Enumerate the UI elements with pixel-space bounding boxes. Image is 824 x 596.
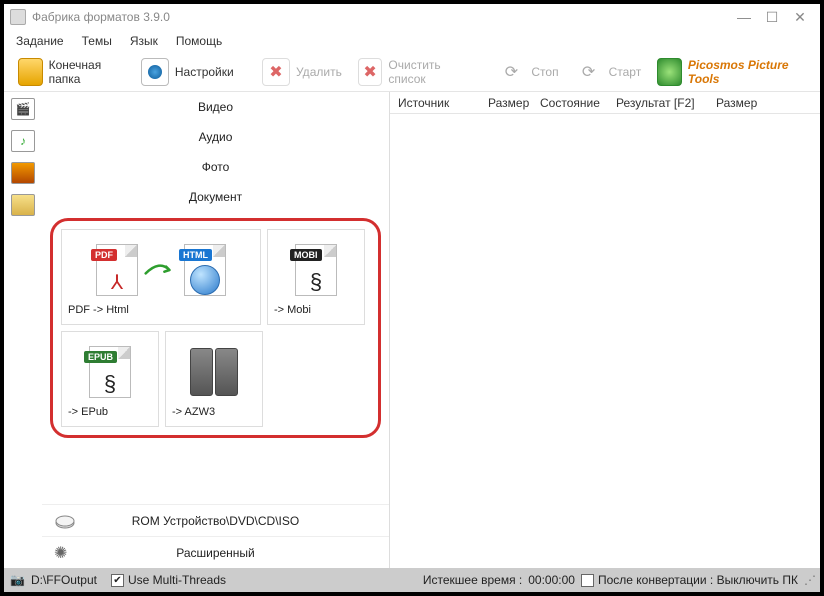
- epub-badge: EPUB: [84, 351, 117, 363]
- category-list: Видео Аудио Фото Документ: [42, 92, 389, 212]
- options-label: Настройки: [175, 65, 234, 79]
- cat-video[interactable]: Видео: [42, 92, 389, 122]
- menu-task[interactable]: Задание: [16, 34, 64, 48]
- left-sidebar: 🎬 ♪: [4, 92, 42, 568]
- folder-icon: [18, 58, 43, 86]
- statusbar: 📷 D:\FFOutput ✔ Use Multi-Threads Истекш…: [4, 568, 820, 592]
- stop-button[interactable]: ⟳ Стоп: [489, 56, 566, 88]
- start-icon: ⟳: [575, 58, 603, 86]
- table-body[interactable]: [390, 114, 820, 568]
- remove-button[interactable]: ✖ Удалить: [254, 56, 350, 88]
- tile-art: MOBI §: [274, 236, 358, 304]
- tile-label: -> EPub: [68, 406, 152, 422]
- tile-pdf-to-html[interactable]: PDF ⅄ HTML: [61, 229, 261, 325]
- globe-icon: [190, 265, 220, 295]
- sidebar-photo-icon[interactable]: [11, 162, 35, 184]
- picosmos-label: Picosmos Picture Tools: [688, 58, 806, 86]
- output-path-icon[interactable]: 📷: [10, 573, 25, 587]
- html-doc-icon: HTML: [184, 244, 226, 296]
- col-source[interactable]: Источник: [390, 96, 480, 110]
- tile-art: PDF ⅄ HTML: [68, 236, 254, 304]
- col-size[interactable]: Размер: [480, 96, 532, 110]
- html-badge: HTML: [179, 249, 212, 261]
- app-window: Фабрика форматов 3.9.0 — ☐ ✕ Задание Тем…: [0, 0, 824, 596]
- tile-mobi[interactable]: MOBI § -> Mobi: [267, 229, 365, 325]
- elapsed-value: 00:00:00: [528, 573, 575, 587]
- tiles-grid: PDF ⅄ HTML: [61, 229, 370, 427]
- table-header: Источник Размер Состояние Результат [F2]…: [390, 92, 820, 114]
- titlebar: Фабрика форматов 3.9.0 — ☐ ✕: [4, 4, 820, 30]
- clear-label: Очистить список: [388, 58, 469, 86]
- advanced-row[interactable]: ✺ Расширенный: [42, 536, 389, 568]
- stop-icon: ⟳: [497, 58, 525, 86]
- mobi-doc-icon: MOBI §: [295, 244, 337, 296]
- gear-icon: [141, 58, 169, 86]
- drive-icon: [54, 511, 76, 531]
- picosmos-button[interactable]: Picosmos Picture Tools: [649, 56, 814, 88]
- arrow-icon: [144, 260, 178, 280]
- elapsed-label: Истекшее время :: [423, 573, 522, 587]
- stop-label: Стоп: [531, 65, 558, 79]
- bottom-options: ROM Устройство\DVD\CD\ISO ✺ Расширенный: [42, 504, 389, 568]
- output-folder-button[interactable]: Конечная папка: [10, 56, 133, 88]
- advanced-label: Расширенный: [176, 546, 255, 560]
- sidebar-video-icon[interactable]: 🎬: [11, 98, 35, 120]
- tile-art: [172, 338, 256, 406]
- col-state[interactable]: Состояние: [532, 96, 608, 110]
- menu-help[interactable]: Помощь: [176, 34, 222, 48]
- tile-art: EPUB §: [68, 338, 152, 406]
- col-result[interactable]: Результат [F2]: [608, 96, 708, 110]
- toolbar: Конечная папка Настройки ✖ Удалить ✖ Очи…: [4, 52, 820, 92]
- snake-icon: §: [104, 371, 116, 397]
- resize-grip[interactable]: ⋰: [804, 573, 814, 587]
- start-label: Старт: [609, 65, 642, 79]
- col-size2[interactable]: Размер: [708, 96, 766, 110]
- reel-icon: ✺: [54, 543, 76, 563]
- menu-lang[interactable]: Язык: [130, 34, 158, 48]
- tile-epub[interactable]: EPUB § -> EPub: [61, 331, 159, 427]
- close-button[interactable]: ✕: [786, 9, 814, 26]
- remove-icon: ✖: [262, 58, 290, 86]
- rom-device-row[interactable]: ROM Устройство\DVD\CD\ISO: [42, 504, 389, 536]
- tiles-highlight: PDF ⅄ HTML: [50, 218, 381, 438]
- app-icon: [10, 9, 26, 25]
- cat-doc[interactable]: Документ: [42, 182, 389, 212]
- body: 🎬 ♪ Видео Аудио Фото Документ: [4, 92, 820, 568]
- rom-label: ROM Устройство\DVD\CD\ISO: [132, 514, 299, 528]
- pdf-doc-icon: PDF ⅄: [96, 244, 138, 296]
- menu-skins[interactable]: Темы: [82, 34, 112, 48]
- after-checkbox[interactable]: [581, 574, 594, 587]
- snake-icon: §: [310, 269, 322, 295]
- output-path[interactable]: D:\FFOutput: [31, 573, 97, 587]
- threads-checkbox[interactable]: ✔: [111, 574, 124, 587]
- tile-label: PDF -> Html: [68, 304, 254, 320]
- epub-doc-icon: EPUB §: [89, 346, 131, 398]
- tile-label: -> AZW3: [172, 406, 256, 422]
- clear-icon: ✖: [358, 58, 383, 86]
- cat-audio[interactable]: Аудио: [42, 122, 389, 152]
- threads-label[interactable]: Use Multi-Threads: [128, 573, 226, 587]
- cat-photo[interactable]: Фото: [42, 152, 389, 182]
- clear-button[interactable]: ✖ Очистить список: [350, 56, 477, 88]
- options-button[interactable]: Настройки: [133, 56, 242, 88]
- sidebar-audio-icon[interactable]: ♪: [11, 130, 35, 152]
- window-title: Фабрика форматов 3.9.0: [32, 10, 730, 24]
- magnifier-icon: [657, 58, 682, 86]
- sidebar-doc-icon[interactable]: [11, 194, 35, 216]
- maximize-button[interactable]: ☐: [758, 9, 786, 26]
- minimize-button[interactable]: —: [730, 9, 758, 25]
- menubar: Задание Темы Язык Помощь: [4, 30, 820, 52]
- tile-label: -> Mobi: [274, 304, 358, 320]
- kindle-icon: [190, 348, 238, 396]
- pdf-badge: PDF: [91, 249, 117, 261]
- right-panel: Источник Размер Состояние Результат [F2]…: [390, 92, 820, 568]
- tile-azw3[interactable]: -> AZW3: [165, 331, 263, 427]
- mid-panel: Видео Аудио Фото Документ PDF ⅄: [42, 92, 390, 568]
- start-button[interactable]: ⟳ Старт: [567, 56, 650, 88]
- remove-label: Удалить: [296, 65, 342, 79]
- output-folder-label: Конечная папка: [49, 58, 125, 86]
- after-label[interactable]: После конвертации : Выключить ПК: [598, 573, 798, 587]
- mobi-badge: MOBI: [290, 249, 322, 261]
